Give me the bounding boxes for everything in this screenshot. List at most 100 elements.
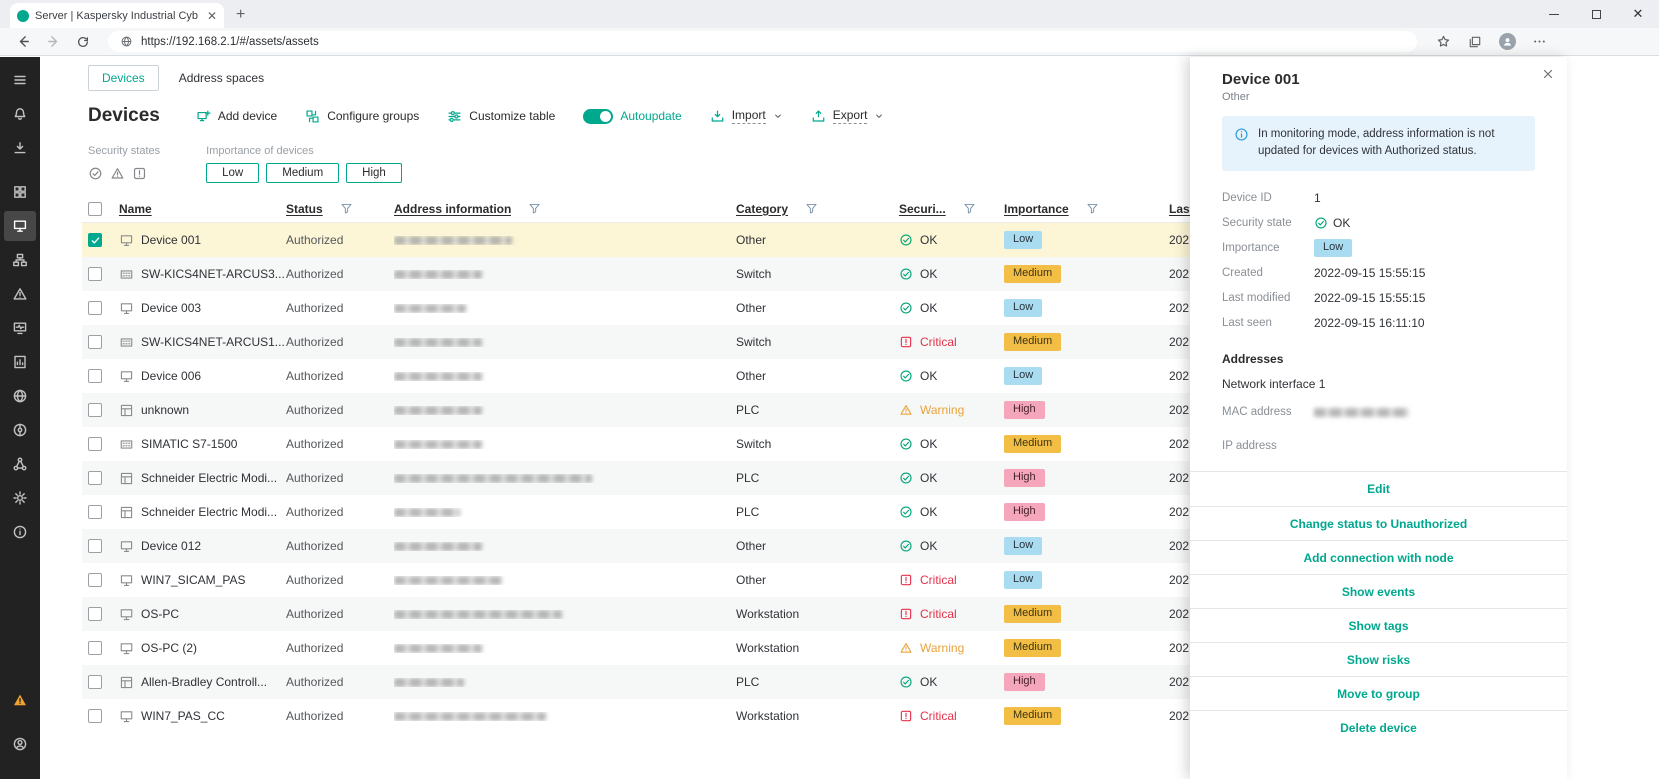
sidebar-item-network[interactable] [4, 415, 36, 445]
sidebar-item-license-warning[interactable] [4, 685, 36, 715]
sidebar-item-assets[interactable] [4, 211, 36, 241]
device-name: OS-PC (2) [141, 641, 197, 655]
device-category: Switch [736, 267, 899, 281]
device-status: Authorized [286, 369, 394, 383]
profile-avatar[interactable] [1491, 33, 1523, 50]
window-maximize-button[interactable] [1575, 0, 1617, 28]
refresh-icon[interactable] [68, 35, 98, 49]
add-device-button[interactable]: Add device [196, 109, 277, 124]
plc-icon [119, 675, 134, 690]
filter-funnel-icon[interactable] [963, 202, 976, 215]
address-bar[interactable]: https://192.168.2.1/#/assets/assets [108, 31, 1417, 52]
tab-devices[interactable]: Devices [88, 65, 159, 91]
browser-tab[interactable]: Server | Kaspersky Industrial Cyb ✕ [10, 3, 224, 28]
device-name: OS-PC [141, 607, 179, 621]
collections-icon[interactable] [1459, 35, 1491, 49]
row-checkbox[interactable] [88, 675, 102, 689]
customize-table-button[interactable]: Customize table [447, 109, 555, 124]
row-checkbox[interactable] [88, 233, 102, 247]
device-status: Authorized [286, 675, 394, 689]
sidebar-item-notifications[interactable] [4, 99, 36, 129]
browser-tabstrip: Server | Kaspersky Industrial Cyb ✕ + ✕ [0, 0, 1659, 28]
redacted-address [394, 576, 502, 585]
row-checkbox[interactable] [88, 607, 102, 621]
url-text: https://192.168.2.1/#/assets/assets [141, 36, 319, 48]
importance-filter-low[interactable]: Low [206, 163, 259, 183]
tab-close-icon[interactable]: ✕ [207, 9, 217, 23]
panel-action-show-tags[interactable]: Show tags [1190, 608, 1567, 642]
filter-funnel-icon[interactable] [1086, 202, 1099, 215]
row-checkbox[interactable] [88, 709, 102, 723]
sidebar-item-downloads[interactable] [4, 133, 36, 163]
importance-filter-high[interactable]: High [346, 163, 402, 183]
panel-action-move-to-group[interactable]: Move to group [1190, 676, 1567, 710]
close-icon[interactable] [1541, 67, 1555, 81]
tab-address-spaces[interactable]: Address spaces [175, 66, 268, 90]
state-warning-filter-icon[interactable] [110, 166, 125, 181]
import-dropdown[interactable]: Import [710, 108, 783, 124]
sidebar-item-menu[interactable] [4, 65, 36, 95]
favorites-icon[interactable] [1427, 34, 1459, 49]
new-tab-button[interactable]: + [236, 5, 245, 25]
sidebar-item-events[interactable] [4, 313, 36, 343]
device-name: SW-KICS4NET-ARCUS3... [141, 267, 285, 281]
sidebar-item-settings[interactable] [4, 483, 36, 513]
redacted-address [394, 372, 482, 381]
panel-action-edit[interactable]: Edit [1190, 472, 1567, 506]
row-checkbox[interactable] [88, 267, 102, 281]
importance-filter-medium[interactable]: Medium [266, 163, 339, 183]
row-checkbox[interactable] [88, 641, 102, 655]
row-checkbox[interactable] [88, 573, 102, 587]
window-minimize-button[interactable] [1533, 0, 1575, 28]
importance-badge: Low [1004, 231, 1042, 249]
forward-icon[interactable] [38, 34, 68, 49]
row-checkbox[interactable] [88, 369, 102, 383]
window-close-button[interactable]: ✕ [1617, 0, 1659, 28]
device-detail-panel: Device 001 Other In monitoring mode, add… [1190, 57, 1567, 779]
sidebar-item-alerts[interactable] [4, 279, 36, 309]
select-all-checkbox[interactable] [88, 202, 102, 216]
critical-state-icon [899, 335, 913, 349]
ok-state-icon [899, 471, 913, 485]
device-icon [119, 301, 134, 316]
panel-action-delete-device[interactable]: Delete device [1190, 710, 1567, 744]
browser-menu-icon[interactable] [1523, 34, 1555, 49]
row-checkbox[interactable] [88, 301, 102, 315]
panel-field-last-modified: Last modified2022-09-15 15:55:15 [1222, 286, 1535, 311]
sidebar-item-tree[interactable] [4, 245, 36, 275]
sidebar-item-connections[interactable] [4, 449, 36, 479]
row-checkbox[interactable] [88, 505, 102, 519]
importance-badge: Medium [1004, 435, 1061, 453]
configure-groups-icon [305, 109, 320, 124]
export-dropdown[interactable]: Export [811, 108, 885, 124]
state-ok-filter-icon[interactable] [88, 166, 103, 181]
device-category: Workstation [736, 607, 899, 621]
state-critical-filter-icon[interactable] [132, 166, 147, 181]
filter-funnel-icon[interactable] [805, 202, 818, 215]
configure-groups-button[interactable]: Configure groups [305, 109, 419, 124]
site-info-icon[interactable] [120, 35, 133, 48]
back-icon[interactable] [8, 34, 38, 49]
redacted-address [394, 644, 482, 653]
filter-funnel-icon[interactable] [340, 202, 353, 215]
panel-action-show-events[interactable]: Show events [1190, 574, 1567, 608]
sidebar-item-about[interactable] [4, 517, 36, 547]
row-checkbox[interactable] [88, 403, 102, 417]
panel-action-change-status-to-unauthorized[interactable]: Change status to Unauthorized [1190, 506, 1567, 540]
toggle-on-icon[interactable] [583, 109, 613, 124]
sidebar-item-reports[interactable] [4, 347, 36, 377]
sidebar-item-dashboard[interactable] [4, 177, 36, 207]
panel-action-show-risks[interactable]: Show risks [1190, 642, 1567, 676]
importance-badge: Low [1314, 239, 1352, 257]
panel-action-add-connection-with-node[interactable]: Add connection with node [1190, 540, 1567, 574]
row-checkbox[interactable] [88, 539, 102, 553]
row-checkbox[interactable] [88, 437, 102, 451]
row-checkbox[interactable] [88, 335, 102, 349]
device-name: SW-KICS4NET-ARCUS1... [141, 335, 285, 349]
importance-badge: Low [1004, 367, 1042, 385]
filter-funnel-icon[interactable] [528, 202, 541, 215]
sidebar-item-user[interactable] [4, 729, 36, 759]
sidebar-item-globe[interactable] [4, 381, 36, 411]
autoupdate-toggle[interactable]: Autoupdate [583, 109, 681, 124]
row-checkbox[interactable] [88, 471, 102, 485]
